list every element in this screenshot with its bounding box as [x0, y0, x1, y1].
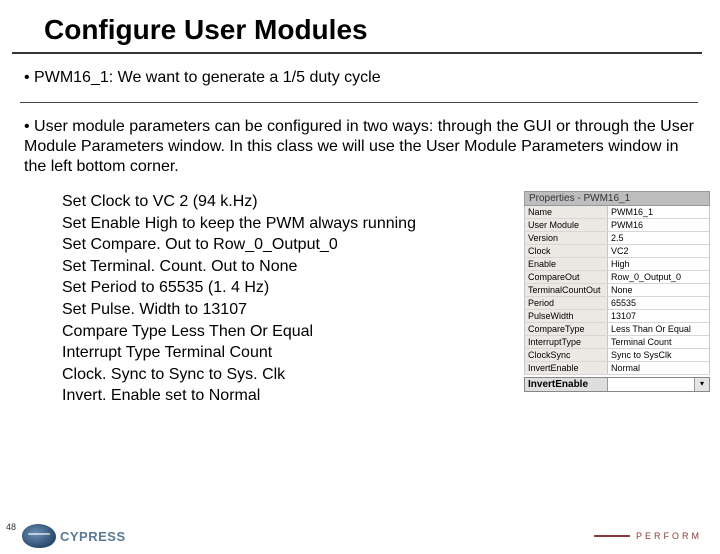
prop-value[interactable]: Row_0_Output_0 [608, 271, 709, 283]
title-divider [12, 52, 702, 54]
cypress-logo: CYPRESS [22, 524, 126, 548]
properties-row[interactable]: CompareOutRow_0_Output_0 [524, 271, 710, 284]
bullet-pwm: • PWM16_1: We want to generate a 1/5 dut… [24, 68, 698, 88]
prop-label: PulseWidth [525, 310, 608, 322]
properties-row[interactable]: InvertEnableNormal [524, 362, 710, 375]
logo-text: CYPRESS [60, 529, 126, 544]
chevron-down-icon[interactable]: ▾ [694, 378, 709, 391]
instr-line: Set Terminal. Count. Out to None [62, 256, 518, 278]
prop-value[interactable]: Normal [608, 362, 709, 374]
prop-label: User Module [525, 219, 608, 231]
properties-panel: Properties - PWM16_1 NamePWM16_1User Mod… [524, 191, 710, 392]
instr-line: Clock. Sync to Sync to Sys. Clk [62, 364, 518, 386]
properties-row[interactable]: Version2.5 [524, 232, 710, 245]
instr-line: Set Compare. Out to Row_0_Output_0 [62, 234, 518, 256]
prop-value[interactable]: PWM16 [608, 219, 709, 231]
prop-label: ClockSync [525, 349, 608, 361]
bullet-divider [20, 102, 698, 103]
prop-value[interactable]: 13107 [608, 310, 709, 322]
globe-icon [22, 524, 56, 548]
prop-value[interactable]: None [608, 284, 709, 296]
prop-label: InvertEnable [525, 362, 608, 374]
instr-line: Set Period to 65535 (1. 4 Hz) [62, 277, 518, 299]
prop-value[interactable]: Less Than Or Equal [608, 323, 709, 335]
prop-value[interactable]: Sync to SysClk [608, 349, 709, 361]
properties-row[interactable]: ClockVC2 [524, 245, 710, 258]
prop-label: Name [525, 206, 608, 218]
select-value[interactable] [608, 378, 694, 391]
properties-row[interactable]: User ModulePWM16 [524, 219, 710, 232]
instr-line: Set Enable High to keep the PWM always r… [62, 213, 518, 235]
select-label: InvertEnable [525, 378, 608, 391]
instr-line: Interrupt Type Terminal Count [62, 342, 518, 364]
prop-value[interactable]: PWM16_1 [608, 206, 709, 218]
bullet-config-ways: • User module parameters can be configur… [24, 117, 698, 177]
properties-select-row[interactable]: InvertEnable ▾ [524, 377, 710, 392]
instr-line: Set Pulse. Width to 13107 [62, 299, 518, 321]
prop-value[interactable]: 65535 [608, 297, 709, 309]
properties-row[interactable]: InterruptTypeTerminal Count [524, 336, 710, 349]
prop-label: Clock [525, 245, 608, 257]
instr-line: Invert. Enable set to Normal [62, 385, 518, 407]
page-title: Configure User Modules [44, 14, 720, 46]
properties-row[interactable]: PulseWidth13107 [524, 310, 710, 323]
instr-line: Set Clock to VC 2 (94 k.Hz) [62, 191, 518, 213]
prop-value[interactable]: Terminal Count [608, 336, 709, 348]
prop-label: CompareOut [525, 271, 608, 283]
prop-label: Enable [525, 258, 608, 270]
perform-bar [594, 535, 630, 537]
properties-row[interactable]: CompareTypeLess Than Or Equal [524, 323, 710, 336]
properties-title: Properties - PWM16_1 [524, 191, 710, 206]
prop-value[interactable]: 2.5 [608, 232, 709, 244]
prop-label: Period [525, 297, 608, 309]
properties-row[interactable]: ClockSyncSync to SysClk [524, 349, 710, 362]
prop-label: CompareType [525, 323, 608, 335]
prop-value[interactable]: VC2 [608, 245, 709, 257]
prop-value[interactable]: High [608, 258, 709, 270]
properties-row[interactable]: NamePWM16_1 [524, 206, 710, 219]
properties-row[interactable]: EnableHigh [524, 258, 710, 271]
instruction-list: Set Clock to VC 2 (94 k.Hz) Set Enable H… [62, 191, 518, 407]
properties-row[interactable]: Period65535 [524, 297, 710, 310]
prop-label: TerminalCountOut [525, 284, 608, 296]
instr-line: Compare Type Less Then Or Equal [62, 321, 518, 343]
prop-label: Version [525, 232, 608, 244]
prop-label: InterruptType [525, 336, 608, 348]
properties-row[interactable]: TerminalCountOutNone [524, 284, 710, 297]
